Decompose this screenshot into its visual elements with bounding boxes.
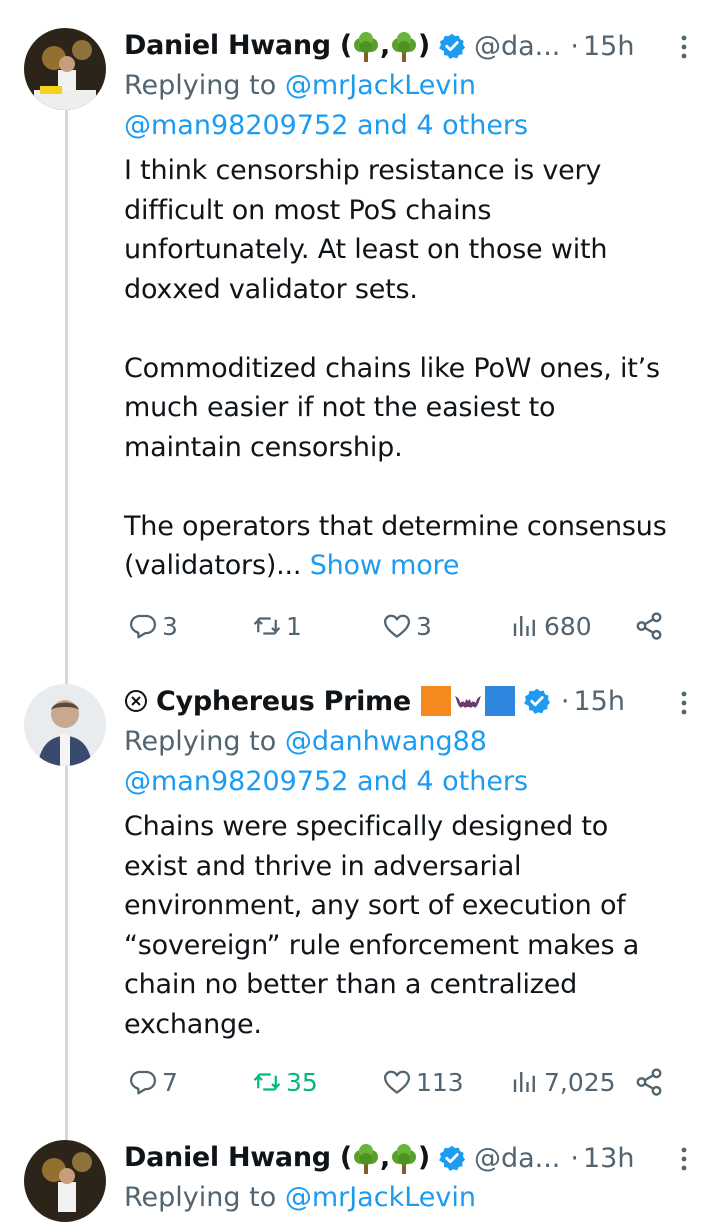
reply-button[interactable]: 7 [128,1064,178,1100]
name-part-1: Daniel Hwang ( [124,30,352,62]
repost-count: 35 [286,1067,318,1097]
replying-to-link[interactable]: @danhwang88 [285,726,487,757]
repost-icon [252,611,282,641]
tweet-header: Daniel Hwang (,) @da... · 13h [124,1138,634,1178]
name-close-paren: ) [417,1142,430,1174]
circled-x-icon [124,689,148,713]
bat-emoji [453,686,483,716]
replying-to: Replying to @danhwang88 [124,722,487,762]
views-icon [510,1067,540,1097]
timestamp[interactable]: 15h [574,686,625,717]
replying-to-prefix: Replying to [124,70,285,101]
share-button[interactable] [634,608,664,644]
more-options-icon[interactable] [674,688,694,718]
name-part-1: Daniel Hwang ( [124,1142,352,1174]
replying-to-others-link[interactable]: @man98209752 and 4 others [124,766,528,797]
reply-icon [128,611,158,641]
name-separator: , [379,1142,390,1174]
replying-to-line-2: @man98209752 and 4 others [124,762,528,802]
tweet-header: Cyphereus Prime · 15h [124,681,625,721]
orange-square-emoji [420,686,451,716]
like-count: 3 [416,611,432,641]
share-icon [634,1067,664,1097]
repost-count: 1 [286,611,302,641]
like-button[interactable]: 113 [382,1064,464,1100]
view-count: 680 [544,611,592,641]
avatar[interactable] [24,28,106,110]
verified-badge-icon [438,32,466,60]
share-button[interactable] [634,1064,664,1100]
author-handle[interactable]: @da... [474,31,560,62]
more-options-icon[interactable] [674,1144,694,1174]
views-button[interactable]: 680 [510,608,592,644]
author-name[interactable]: Cyphereus Prime [156,686,411,717]
action-bar: 7 35 113 7,025 [124,1064,674,1100]
view-count: 7,025 [544,1067,616,1097]
replying-to-link[interactable]: @mrJackLevin [285,70,476,101]
views-button[interactable]: 7,025 [510,1064,616,1100]
tweet-text-content: I think censorship resistance is very di… [124,155,667,581]
author-handle[interactable]: @da... [474,1143,560,1174]
replying-to-others-link[interactable]: @man98209752 and 4 others [124,110,528,141]
blue-square-emoji [484,686,515,716]
repost-button[interactable]: 1 [252,608,302,644]
author-name[interactable]: Daniel Hwang (,) [124,30,430,62]
tweet-text: Chains were specifically designed to exi… [124,807,694,1044]
timestamp[interactable]: 13h [583,1143,634,1174]
name-separator: , [379,30,390,62]
verified-badge-icon [523,687,551,715]
tree-emoji [390,32,418,62]
avatar-image [24,28,106,110]
replying-to: Replying to @mrJackLevin [124,1178,476,1218]
replying-to-link[interactable]: @mrJackLevin [285,1182,476,1213]
name-close-paren: ) [417,30,430,62]
like-button[interactable]: 3 [382,608,432,644]
separator-dot: · [560,685,570,717]
more-options-icon[interactable] [674,32,694,62]
timestamp[interactable]: 15h [583,31,634,62]
thread-connector-line [65,110,68,1140]
tweet-header: Daniel Hwang (,) @da... · 15h [124,26,634,66]
tweet-text: I think censorship resistance is very di… [124,151,694,586]
verified-badge-icon [438,1144,466,1172]
views-icon [510,611,540,641]
replying-to-line-2: @man98209752 and 4 others [124,106,528,146]
reply-button[interactable]: 3 [128,608,178,644]
avatar-image [24,684,106,766]
reply-count: 3 [162,611,178,641]
tree-emoji [352,1144,380,1174]
heart-icon [382,611,412,641]
share-icon [634,611,664,641]
repost-button[interactable]: 35 [252,1064,318,1100]
avatar[interactable] [24,684,106,766]
action-bar: 3 1 3 680 [124,608,674,644]
replying-to-prefix: Replying to [124,726,285,757]
tree-emoji [352,32,380,62]
replying-to-prefix: Replying to [124,1182,285,1213]
avatar-image [24,1140,106,1222]
tweet-text-content: Chains were specifically designed to exi… [124,811,640,1040]
like-count: 113 [416,1067,464,1097]
heart-icon [382,1067,412,1097]
tree-emoji [390,1144,418,1174]
avatar[interactable] [24,1140,106,1222]
reply-icon [128,1067,158,1097]
author-name[interactable]: Daniel Hwang (,) [124,1142,430,1174]
replying-to: Replying to @mrJackLevin [124,66,476,106]
separator-dot: · [570,30,579,62]
show-more-link[interactable]: Show more [301,550,460,581]
separator-dot: · [570,1142,579,1174]
repost-icon [252,1067,282,1097]
reply-count: 7 [162,1067,178,1097]
